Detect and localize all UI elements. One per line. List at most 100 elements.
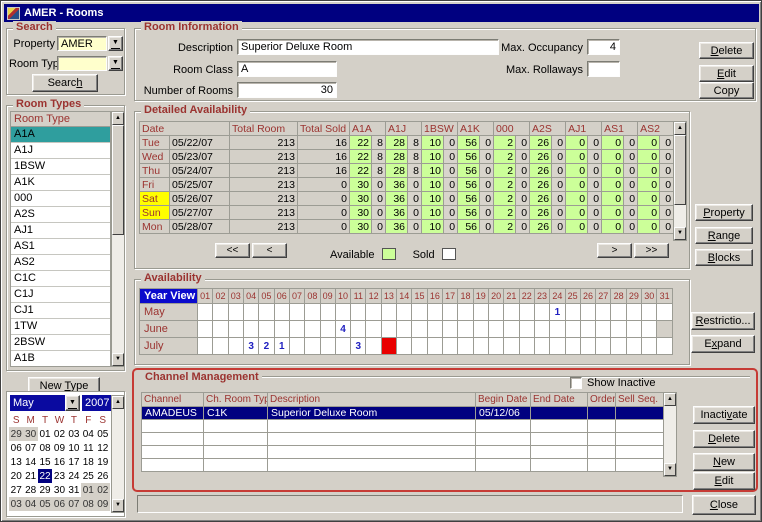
availability-day-cell[interactable] xyxy=(228,338,243,355)
availability-day-cell[interactable] xyxy=(488,304,503,321)
availability-day-cell[interactable] xyxy=(519,338,534,355)
availability-day-cell[interactable] xyxy=(366,338,381,355)
availability-day-cell[interactable] xyxy=(565,338,580,355)
availability-day-cell[interactable] xyxy=(504,304,519,321)
calendar-day[interactable]: 22 xyxy=(38,469,52,483)
availability-day-cell[interactable] xyxy=(626,321,641,338)
calendar-day[interactable]: 07 xyxy=(23,441,37,455)
availability-day-cell[interactable] xyxy=(397,338,412,355)
availability-day-cell[interactable] xyxy=(611,321,626,338)
availability-day-cell[interactable] xyxy=(259,321,274,338)
availability-day-cell[interactable] xyxy=(198,304,213,321)
availability-day-cell[interactable] xyxy=(274,321,289,338)
calendar-day[interactable]: 29 xyxy=(9,427,23,441)
calendar-day[interactable]: 27 xyxy=(9,483,23,497)
calendar-day[interactable]: 03 xyxy=(67,427,81,441)
room-type-item[interactable]: 000 xyxy=(11,191,110,207)
scrollbar-track[interactable] xyxy=(112,409,124,499)
room-type-item[interactable]: C1J xyxy=(11,287,110,303)
availability-day-cell[interactable] xyxy=(580,304,595,321)
scrollbar-track[interactable] xyxy=(112,235,124,353)
room-type-dropdown-button[interactable] xyxy=(108,56,123,71)
availability-day-cell[interactable] xyxy=(458,321,473,338)
expand-button[interactable]: Expand xyxy=(691,335,755,353)
channel-row[interactable]: AMADEUSC1KSuperior Deluxe Room05/12/06 xyxy=(142,407,664,420)
availability-day-cell[interactable] xyxy=(657,304,673,321)
availability-day-cell[interactable] xyxy=(412,321,427,338)
room-class-input[interactable] xyxy=(237,61,337,77)
availability-day-cell[interactable] xyxy=(397,304,412,321)
calendar-day[interactable]: 09 xyxy=(52,441,66,455)
availability-day-cell[interactable] xyxy=(473,321,488,338)
calendar-month-dropdown-button[interactable] xyxy=(65,395,80,411)
pager-last-button[interactable]: >> xyxy=(634,243,669,258)
availability-day-cell[interactable]: 1 xyxy=(274,338,289,355)
availability-day-cell[interactable] xyxy=(657,321,673,338)
calendar-day[interactable]: 29 xyxy=(38,483,52,497)
availability-day-cell[interactable] xyxy=(596,321,611,338)
calendar-day[interactable]: 14 xyxy=(23,455,37,469)
availability-day-cell[interactable] xyxy=(534,321,549,338)
availability-day-cell[interactable] xyxy=(626,304,641,321)
calendar-day[interactable]: 02 xyxy=(52,427,66,441)
calendar-day[interactable]: 08 xyxy=(38,441,52,455)
room-type-input[interactable] xyxy=(57,56,107,71)
calendar-day[interactable]: 25 xyxy=(81,469,95,483)
availability-day-cell[interactable] xyxy=(198,338,213,355)
scroll-up-icon[interactable] xyxy=(112,112,124,125)
channel-empty-row[interactable] xyxy=(142,459,664,472)
availability-day-cell[interactable] xyxy=(228,304,243,321)
channel-empty-row[interactable] xyxy=(142,433,664,446)
availability-day-cell[interactable] xyxy=(320,338,335,355)
availability-day-cell[interactable] xyxy=(243,304,258,321)
calendar-day[interactable]: 20 xyxy=(9,469,23,483)
copy-room-button[interactable]: Copy xyxy=(699,82,754,99)
scroll-down-icon[interactable] xyxy=(674,227,686,240)
edit-room-button[interactable]: Edit xyxy=(699,65,754,82)
availability-day-cell[interactable] xyxy=(213,304,228,321)
calendar-day[interactable]: 01 xyxy=(81,483,95,497)
availability-day-cell[interactable] xyxy=(198,321,213,338)
calendar-year-field[interactable]: 2007 xyxy=(82,395,111,411)
delete-channel-button[interactable]: Delete xyxy=(693,430,755,448)
availability-day-cell[interactable] xyxy=(596,338,611,355)
inactivate-button[interactable]: Inactivate xyxy=(693,406,755,424)
availability-day-cell[interactable] xyxy=(213,338,228,355)
blocks-button[interactable]: Blocks xyxy=(695,249,753,266)
calendar-day[interactable]: 26 xyxy=(96,469,110,483)
calendar-day[interactable]: 02 xyxy=(96,483,110,497)
calendar-day[interactable]: 13 xyxy=(9,455,23,469)
availability-day-cell[interactable] xyxy=(443,304,458,321)
calendar-day[interactable]: 16 xyxy=(52,455,66,469)
room-type-item[interactable]: A1J xyxy=(11,143,110,159)
availability-day-cell[interactable] xyxy=(642,304,657,321)
availability-day-cell[interactable] xyxy=(519,304,534,321)
availability-day-cell[interactable] xyxy=(473,304,488,321)
calendar-day[interactable]: 04 xyxy=(23,497,37,511)
availability-day-cell[interactable] xyxy=(274,304,289,321)
scroll-up-icon[interactable] xyxy=(664,393,676,406)
availability-day-cell[interactable] xyxy=(381,338,396,355)
room-type-item[interactable]: C1C xyxy=(11,271,110,287)
property-button[interactable]: Property xyxy=(695,204,753,221)
availability-day-cell[interactable] xyxy=(596,304,611,321)
delete-room-button[interactable]: Delete xyxy=(699,42,754,59)
availability-day-cell[interactable] xyxy=(305,304,320,321)
availability-day-cell[interactable] xyxy=(473,338,488,355)
availability-day-cell[interactable] xyxy=(519,321,534,338)
calendar-day[interactable]: 09 xyxy=(96,497,110,511)
edit-channel-button[interactable]: Edit xyxy=(693,472,755,490)
scrollbar-thumb[interactable] xyxy=(674,135,686,205)
calendar-day[interactable]: 05 xyxy=(96,427,110,441)
availability-day-cell[interactable] xyxy=(504,338,519,355)
availability-day-cell[interactable]: 2 xyxy=(259,338,274,355)
availability-day-cell[interactable] xyxy=(565,321,580,338)
show-inactive-checkbox[interactable] xyxy=(570,377,582,389)
room-type-item[interactable]: A1K xyxy=(11,175,110,191)
availability-day-cell[interactable] xyxy=(443,321,458,338)
property-dropdown-button[interactable] xyxy=(108,36,123,51)
pager-first-button[interactable]: << xyxy=(215,243,250,258)
availability-day-cell[interactable]: 3 xyxy=(351,338,366,355)
availability-day-cell[interactable] xyxy=(580,338,595,355)
channel-empty-row[interactable] xyxy=(142,420,664,433)
